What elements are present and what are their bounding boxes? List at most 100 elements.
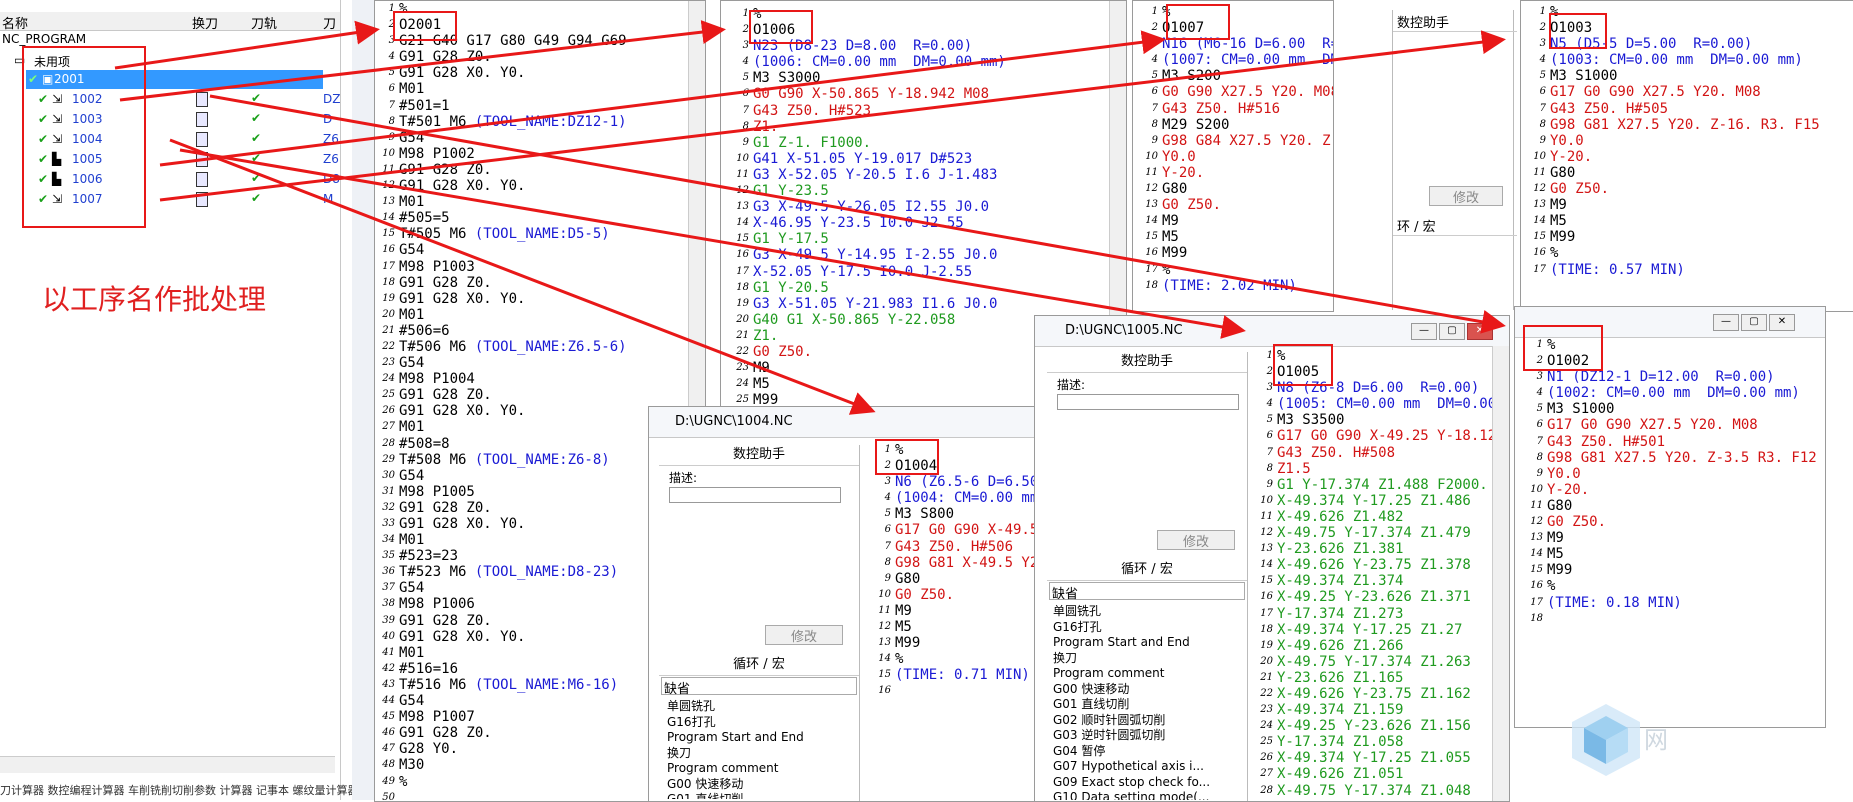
column-name[interactable]: 名称	[2, 13, 28, 32]
column-toolchange[interactable]: 换刀	[192, 13, 218, 32]
column-toolpath[interactable]: 刀轨	[251, 13, 277, 32]
macro-list-item[interactable]: G16打孔	[1053, 620, 1233, 636]
code-line[interactable]: X-46.95 Y-23.5 I0.0 J2.55	[753, 215, 1006, 231]
code-line[interactable]: M98 P1002	[399, 146, 627, 162]
code-line[interactable]: M5	[1550, 213, 1820, 229]
nc-program-root[interactable]: NC_PROGRAM	[2, 32, 86, 46]
code-line[interactable]: M01	[399, 81, 627, 97]
vertical-scrollbar[interactable]	[1492, 346, 1509, 801]
close-button[interactable]: ✕	[1769, 314, 1795, 331]
default-select[interactable]: 缺省	[661, 677, 857, 697]
code-line[interactable]: X-49.25 Y-23.626 Z1.156	[1277, 718, 1509, 734]
code-line[interactable]: M98 P1005	[399, 484, 627, 500]
code-line[interactable]: G0 Z50.	[1550, 181, 1820, 197]
code-line[interactable]: (1003: CM=0.00 mm DM=0.00 mm)	[1550, 52, 1820, 68]
code-line[interactable]: M99	[753, 392, 1006, 406]
code-line[interactable]: Y-20.	[1162, 165, 1333, 181]
code-line[interactable]: #501=1	[399, 98, 627, 114]
code-line[interactable]: M98 P1006	[399, 596, 627, 612]
code-line[interactable]: M01	[399, 645, 627, 661]
code-line[interactable]: (TIME: 2.02 MIN)	[1162, 278, 1333, 294]
code-line[interactable]: (1004: CM=0.00 mm D	[895, 490, 1049, 506]
description-input[interactable]	[1057, 394, 1239, 410]
code-line[interactable]: X-49.374 Y-17.25 Z1.27	[1277, 622, 1509, 638]
macro-list-item[interactable]: G00 快速移动	[667, 777, 847, 793]
code-line[interactable]: G0 Z50.	[895, 587, 1049, 603]
code-line[interactable]: M98 P1007	[399, 709, 627, 725]
code-line[interactable]: #516=16	[399, 661, 627, 677]
code-line[interactable]: T#506 M6 (TOOL_NAME:Z6.5-6)	[399, 339, 627, 355]
maximize-button[interactable]: ▢	[1439, 323, 1465, 340]
code-line[interactable]: G91 G28 X0. Y0.	[399, 629, 627, 645]
macro-list-item[interactable]: G04 暂停	[1053, 744, 1233, 760]
code-line[interactable]	[1547, 611, 1817, 627]
code-line[interactable]: G17 G0 G90 X-49.25 Y-18.12	[1277, 428, 1509, 444]
code-line[interactable]: G0 Z50.	[1547, 514, 1817, 530]
code-line[interactable]: G43 Z50. H#516	[1162, 101, 1333, 117]
code-line[interactable]: G41 X-51.05 Y-19.017 D#523	[753, 151, 1006, 167]
code-line[interactable]: (1006: CM=0.00 mm DM=0.00 mm)	[753, 54, 1006, 70]
code-line[interactable]: (TIME: 0.71 MIN)	[895, 667, 1049, 683]
code-line[interactable]: M01	[399, 419, 627, 435]
code-line[interactable]: N6 (Z6.5-6 D=6.50 R	[895, 474, 1049, 490]
code-line[interactable]: G54	[399, 242, 627, 258]
code-line[interactable]: M9	[1547, 530, 1817, 546]
macro-list-item[interactable]: G01 直线切削	[1053, 697, 1233, 713]
code-line[interactable]: M9	[1550, 197, 1820, 213]
code-line[interactable]: G80	[1547, 498, 1817, 514]
macro-list-item[interactable]: 单圆铣孔	[1053, 604, 1233, 620]
code-line[interactable]: G98 G81 X-49.5 Y20.5	[895, 555, 1049, 571]
code-line[interactable]: #505=5	[399, 210, 627, 226]
modify-button[interactable]: 修改	[1429, 186, 1503, 206]
code-line[interactable]: G54	[399, 580, 627, 596]
code-line[interactable]: M3 S1000	[1550, 68, 1820, 84]
code-line[interactable]: M01	[399, 307, 627, 323]
macro-list-item[interactable]: Program comment	[667, 761, 847, 777]
code-line[interactable]: Y0.0	[1550, 133, 1820, 149]
minimize-button[interactable]: —	[1411, 323, 1437, 340]
code-line[interactable]: Y-17.374 Z1.273	[1277, 606, 1509, 622]
code-line[interactable]: G80	[1550, 165, 1820, 181]
code-line[interactable]: M5	[895, 619, 1049, 635]
code-line[interactable]: G43 Z50. H#506	[895, 539, 1049, 555]
code-line[interactable]: T#516 M6 (TOOL_NAME:M6-16)	[399, 677, 627, 693]
code-line[interactable]: X-49.626 Z1.051	[1277, 766, 1509, 782]
macro-list-item[interactable]: G02 顺时针圆弧切削	[1053, 713, 1233, 729]
macro-list-item[interactable]: Program Start and End	[1053, 635, 1233, 651]
code-line[interactable]: G91 G28 Z0.	[399, 387, 627, 403]
code-line[interactable]: M9	[1162, 213, 1333, 229]
code-line[interactable]: G28 Y0.	[399, 741, 627, 757]
code-line[interactable]: %	[1162, 262, 1333, 278]
code-line[interactable]: G3 X-49.5 Y-14.95 I-2.55 J0.0	[753, 247, 1006, 263]
macro-list-item[interactable]: G07 Hypothetical axis i...	[1053, 759, 1233, 775]
code-line[interactable]: M5	[753, 376, 1006, 392]
code-line[interactable]: X-49.626 Z1.482	[1277, 509, 1509, 525]
code-line[interactable]: G17 G0 G90 X-49.5 Y2	[895, 522, 1049, 538]
code-line[interactable]: M98 P1004	[399, 371, 627, 387]
code-line[interactable]: Y-20.	[1547, 482, 1817, 498]
code-line[interactable]: M98 P1003	[399, 259, 627, 275]
code-line[interactable]: G0 G90 X-50.865 Y-18.942 M08	[753, 86, 1006, 102]
code-line[interactable]: G1 Y-17.374 Z1.488 F2000.	[1277, 477, 1509, 493]
code-line[interactable]: M3 S3000	[753, 70, 1006, 86]
code-line[interactable]: M3 S800	[895, 506, 1049, 522]
column-tool[interactable]: 刀	[323, 13, 336, 32]
code-line[interactable]: Y-23.626 Z1.381	[1277, 541, 1509, 557]
code-line[interactable]: %	[1550, 245, 1820, 261]
code-line[interactable]: T#508 M6 (TOOL_NAME:Z6-8)	[399, 452, 627, 468]
code-line[interactable]: T#523 M6 (TOOL_NAME:D8-23)	[399, 564, 627, 580]
code-line[interactable]: G1 Y-23.5	[753, 183, 1006, 199]
code-line[interactable]: (1005: CM=0.00 mm DM=0.00 :	[1277, 396, 1509, 412]
code-line[interactable]: Y-20.	[1550, 149, 1820, 165]
code-line[interactable]: G91 G28 X0. Y0.	[399, 516, 627, 532]
default-select[interactable]: 缺省	[1049, 582, 1245, 602]
code-line[interactable]: G17 G0 G90 X27.5 Y20. M08	[1547, 417, 1817, 433]
code-line[interactable]: Y0.0	[1162, 149, 1333, 165]
code-line[interactable]: G0 Z50.	[1162, 197, 1333, 213]
code-line[interactable]: G80	[895, 571, 1049, 587]
code-line[interactable]: G91 G28 Z0.	[399, 275, 627, 291]
code-line[interactable]: G0 Z50.	[753, 344, 1006, 360]
macro-list-item[interactable]: Program comment	[1053, 666, 1233, 682]
code-line[interactable]: M5	[1162, 229, 1333, 245]
close-button[interactable]: ✕	[1467, 323, 1493, 340]
